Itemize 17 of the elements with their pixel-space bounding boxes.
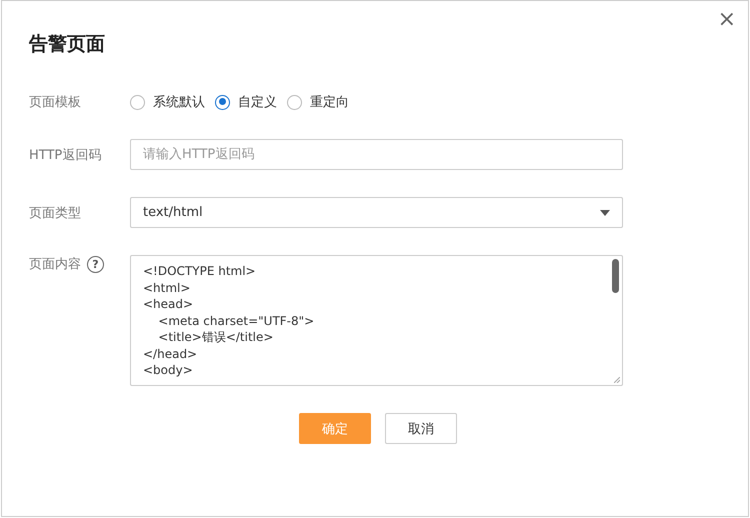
resize-grip-icon[interactable]: [614, 377, 620, 383]
radio-option[interactable]: 自定义: [215, 93, 277, 111]
input-field[interactable]: 请输入HTTP返回码: [130, 139, 623, 170]
field-label: HTTP返回码: [29, 146, 102, 164]
cancel-button[interactable]: 取消: [385, 413, 457, 444]
radio-option[interactable]: 系统默认: [130, 93, 205, 111]
code-editor[interactable]: <!DOCTYPE html> <html> <head> <meta charset="UTF-8"> <title>错误</title> </head> <body>: [130, 255, 623, 386]
close-button[interactable]: ×: [714, 7, 740, 32]
radio-option[interactable]: 重定向: [287, 93, 349, 111]
help-icon[interactable]: ?: [87, 256, 104, 272]
field-label: 页面模板: [29, 94, 82, 111]
field-label: 页面内容: [29, 256, 81, 273]
scrollbar-thumb[interactable]: [612, 259, 619, 293]
caret-icon: [600, 210, 610, 216]
dropdown[interactable]: text/html: [130, 197, 623, 228]
field-label: 页面类型: [29, 204, 82, 222]
dialog-title: 告警页面: [29, 32, 106, 57]
